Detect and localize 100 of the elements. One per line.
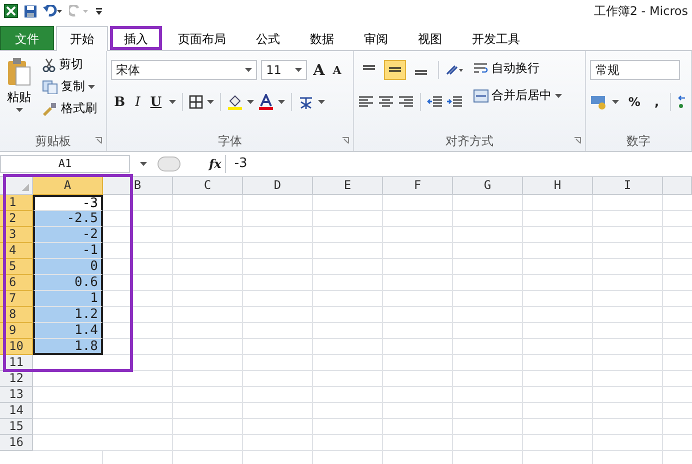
formula-toggle-icon[interactable] bbox=[157, 156, 181, 172]
comma-style-button[interactable]: , bbox=[649, 95, 664, 109]
caret-icon[interactable] bbox=[295, 68, 302, 72]
column-header[interactable]: H bbox=[523, 177, 593, 195]
window-title: 工作簿2 - Micros bbox=[594, 2, 688, 20]
merge-cells-icon bbox=[472, 88, 489, 102]
align-left-icon[interactable] bbox=[358, 95, 374, 109]
row-header[interactable]: 16 bbox=[0, 435, 33, 451]
row-header[interactable]: 8 bbox=[0, 307, 33, 323]
ribbon-tab[interactable]: 插入 bbox=[110, 26, 162, 50]
table-cell: -3 bbox=[33, 195, 103, 211]
ribbon-tab[interactable]: 开始 bbox=[56, 26, 108, 51]
dialog-launcher-icon[interactable] bbox=[95, 137, 102, 144]
ribbon-tab[interactable]: 视图 bbox=[404, 26, 456, 50]
font-size-field[interactable]: 11 bbox=[261, 60, 308, 80]
wrap-text-icon bbox=[472, 62, 489, 76]
clipboard-icon bbox=[6, 57, 32, 87]
row-header[interactable]: 7 bbox=[0, 291, 33, 307]
column-header[interactable]: E bbox=[313, 177, 383, 195]
scissors-icon bbox=[42, 58, 56, 72]
row-header[interactable]: 4 bbox=[0, 243, 33, 259]
orientation-icon[interactable] bbox=[444, 64, 465, 76]
row-header[interactable]: 15 bbox=[0, 419, 33, 435]
dialog-launcher-icon[interactable] bbox=[342, 137, 349, 144]
column-header[interactable]: F bbox=[383, 177, 453, 195]
name-box[interactable]: A1 bbox=[0, 155, 130, 173]
save-icon[interactable] bbox=[24, 4, 37, 18]
caret-icon[interactable] bbox=[88, 84, 95, 88]
wrap-text-button[interactable]: 自动换行 bbox=[470, 59, 564, 78]
row-header[interactable]: 13 bbox=[0, 387, 33, 403]
bold-button[interactable]: B bbox=[111, 94, 128, 110]
caret-icon[interactable] bbox=[246, 100, 254, 104]
borders-icon[interactable] bbox=[188, 95, 203, 109]
column-header[interactable]: G bbox=[453, 177, 523, 195]
caret-icon[interactable] bbox=[168, 100, 176, 104]
group-label: 字体 bbox=[218, 132, 242, 150]
row-header[interactable]: 2 bbox=[0, 211, 33, 227]
caret-icon[interactable] bbox=[278, 100, 285, 104]
caret-icon[interactable] bbox=[16, 108, 22, 112]
ribbon-tab[interactable]: 公式 bbox=[242, 26, 294, 50]
row-header[interactable]: 6 bbox=[0, 275, 33, 291]
table-cell: 0 bbox=[33, 259, 103, 275]
insert-function-button[interactable]: fx bbox=[209, 157, 222, 171]
caret-icon[interactable] bbox=[245, 68, 252, 72]
copy-button[interactable]: 复制 bbox=[40, 77, 99, 96]
row-header[interactable]: 14 bbox=[0, 403, 33, 419]
row-header[interactable]: 3 bbox=[0, 227, 33, 243]
decrease-indent-icon[interactable] bbox=[426, 95, 443, 109]
font-color-icon[interactable] bbox=[258, 94, 274, 110]
align-right-icon[interactable] bbox=[398, 95, 414, 109]
ribbon-tab[interactable]: 页面布局 bbox=[164, 26, 240, 50]
table-cell: 1.8 bbox=[33, 339, 103, 355]
increase-decimal-icon[interactable] bbox=[677, 95, 687, 109]
customize-caret-icon[interactable] bbox=[95, 6, 103, 16]
group-label: 对齐方式 bbox=[446, 132, 494, 150]
number-format-field[interactable]: 常规 bbox=[590, 60, 680, 80]
select-all-corner[interactable] bbox=[0, 177, 33, 195]
column-header[interactable]: A bbox=[33, 177, 103, 195]
row-header[interactable]: 5 bbox=[0, 259, 33, 275]
excel-logo-icon bbox=[4, 4, 18, 18]
copy-icon bbox=[42, 80, 58, 94]
caret-icon[interactable] bbox=[206, 100, 214, 104]
dialog-launcher-icon[interactable] bbox=[574, 137, 582, 144]
group-label: 数字 bbox=[626, 132, 651, 150]
row-header[interactable]: 9 bbox=[0, 323, 33, 339]
fill-bucket-icon[interactable] bbox=[226, 94, 243, 110]
formula-input-field[interactable]: -3 bbox=[225, 155, 692, 173]
format-painter-button[interactable]: 格式刷 bbox=[40, 99, 99, 118]
column-header[interactable]: C bbox=[173, 177, 243, 195]
ribbon-tab[interactable]: 开发工具 bbox=[458, 26, 534, 50]
table-cell: 0.6 bbox=[33, 275, 103, 291]
column-header[interactable]: D bbox=[243, 177, 313, 195]
row-header[interactable]: 12 bbox=[0, 371, 33, 387]
undo-icon[interactable] bbox=[43, 5, 63, 17]
caret-icon[interactable] bbox=[140, 162, 147, 166]
row-header[interactable]: 10 bbox=[0, 339, 33, 355]
column-header[interactable]: B bbox=[103, 177, 173, 195]
caret-icon[interactable] bbox=[554, 94, 562, 98]
caret-icon[interactable] bbox=[612, 100, 620, 104]
cut-button[interactable]: 剪切 bbox=[40, 55, 99, 74]
ribbon-tab[interactable]: 审阅 bbox=[350, 26, 402, 50]
group-label: 剪贴板 bbox=[35, 132, 72, 150]
font-name-field[interactable]: 宋体 bbox=[111, 60, 258, 80]
currency-icon[interactable] bbox=[590, 94, 608, 110]
underline-button[interactable]: U bbox=[147, 94, 165, 110]
vertical-align-button[interactable] bbox=[384, 60, 406, 80]
increase-indent-icon[interactable] bbox=[446, 95, 463, 109]
ribbon-tab[interactable]: 数据 bbox=[296, 26, 348, 50]
italic-button[interactable]: I bbox=[132, 94, 144, 110]
percent-button[interactable]: % bbox=[623, 95, 646, 109]
row-header[interactable]: 1 bbox=[0, 195, 33, 211]
caret-icon[interactable] bbox=[318, 100, 325, 104]
ribbon-tab[interactable]: 文件 bbox=[0, 26, 54, 50]
align-center-icon[interactable] bbox=[378, 95, 394, 109]
shrink-font-button[interactable]: A bbox=[330, 64, 344, 76]
merge-center-button[interactable]: 合并后居中 bbox=[470, 86, 564, 105]
table-cell: 1.4 bbox=[33, 323, 103, 339]
grow-font-button[interactable]: A bbox=[311, 61, 327, 79]
paste-button[interactable]: 粘贴 bbox=[4, 55, 34, 131]
column-header[interactable]: I bbox=[593, 177, 663, 195]
